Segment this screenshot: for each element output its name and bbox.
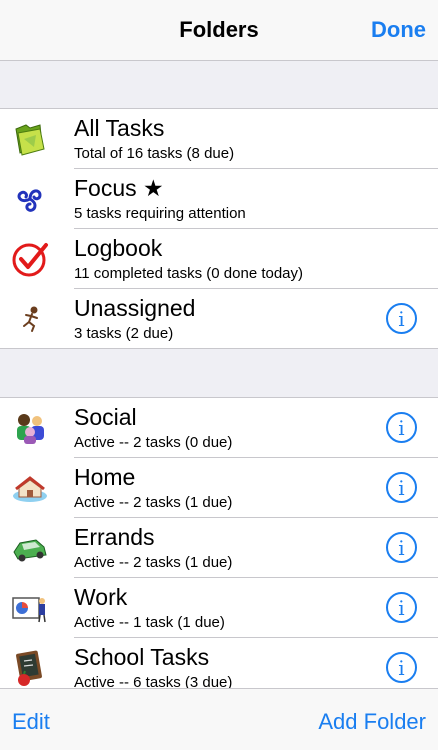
folder-subtitle: Active -- 2 tasks (0 due)	[74, 434, 233, 451]
folder-title: Focus ★	[74, 175, 164, 201]
info-icon[interactable]: i	[386, 303, 417, 334]
system-folders-list: All Tasks Total of 16 tasks (8 due) Focu…	[0, 109, 438, 349]
folder-row-unassigned[interactable]: Unassigned 3 tasks (2 due) i	[0, 289, 438, 349]
user-folders-list: Social Active -- 2 tasks (0 due) i Home …	[0, 398, 438, 698]
folder-subtitle: Total of 16 tasks (8 due)	[74, 145, 235, 162]
chalkboard-icon	[10, 648, 50, 688]
people-icon	[10, 408, 50, 448]
navigation-bar: Folders Done	[0, 0, 438, 61]
folder-subtitle: 11 completed tasks (0 done today)	[74, 265, 304, 282]
folder-title: School Tasks	[74, 644, 210, 670]
triskelion-icon	[10, 179, 50, 219]
folder-row-focus[interactable]: Focus ★ 5 tasks requiring attention	[0, 169, 438, 229]
folder-row-errands[interactable]: Errands Active -- 2 tasks (1 due) i	[0, 518, 438, 578]
folder-row-all-tasks[interactable]: All Tasks Total of 16 tasks (8 due)	[0, 109, 438, 169]
info-icon[interactable]: i	[386, 532, 417, 563]
info-icon[interactable]: i	[386, 592, 417, 623]
info-icon[interactable]: i	[386, 412, 417, 443]
folder-subtitle: 5 tasks requiring attention	[74, 205, 246, 222]
presentation-icon	[10, 588, 50, 628]
folder-subtitle: Active -- 2 tasks (1 due)	[74, 554, 233, 571]
add-folder-button[interactable]: Add Folder	[318, 709, 426, 735]
checkmark-icon	[10, 239, 50, 279]
folder-title: Logbook	[74, 235, 163, 261]
edit-button[interactable]: Edit	[12, 709, 50, 735]
folder-title: Social	[74, 404, 137, 430]
folder-title: Errands	[74, 524, 155, 550]
folder-row-work[interactable]: Work Active -- 1 task (1 due) i	[0, 578, 438, 638]
folder-subtitle: Active -- 1 task (1 due)	[74, 614, 225, 631]
section-spacer	[0, 348, 438, 398]
folders-icon	[10, 119, 50, 159]
folder-row-social[interactable]: Social Active -- 2 tasks (0 due) i	[0, 398, 438, 458]
running-person-icon	[10, 299, 50, 339]
done-button[interactable]: Done	[371, 17, 426, 43]
folder-title: Home	[74, 464, 136, 490]
house-icon	[10, 468, 50, 508]
info-icon[interactable]: i	[386, 472, 417, 503]
info-icon[interactable]: i	[386, 652, 417, 683]
folder-row-logbook[interactable]: Logbook 11 completed tasks (0 done today…	[0, 229, 438, 289]
car-icon	[10, 528, 50, 568]
folder-title: Unassigned	[74, 295, 196, 321]
folder-row-home[interactable]: Home Active -- 2 tasks (1 due) i	[0, 458, 438, 518]
folder-title: All Tasks	[74, 115, 165, 141]
section-spacer	[0, 61, 438, 109]
folder-title: Work	[74, 584, 128, 610]
folder-subtitle: Active -- 2 tasks (1 due)	[74, 494, 233, 511]
folder-subtitle: 3 tasks (2 due)	[74, 325, 174, 342]
bottom-toolbar: Edit Add Folder	[0, 688, 438, 750]
